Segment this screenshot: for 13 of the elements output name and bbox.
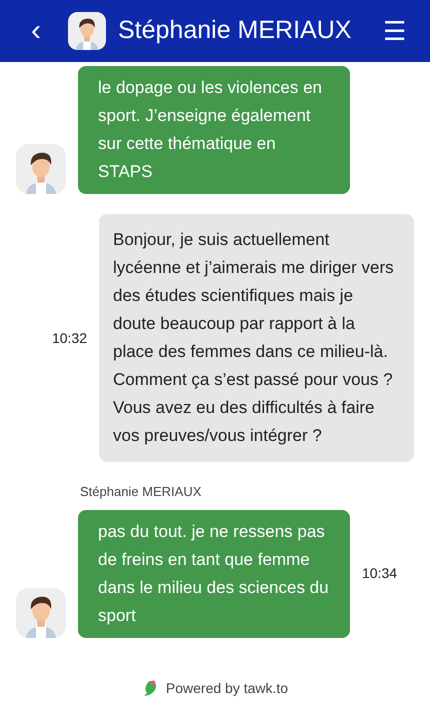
message-time: 10:34 [362, 564, 398, 583]
chat-title: Stéphanie MERIAUX [118, 15, 352, 46]
sent-message: le dopage ou les violences en sport. J’enseigne également sur cette thématique en STAPS [78, 66, 350, 194]
sent-message: pas du tout. je ne ressens pas de freins en tant que femme dans le milieu des sciences du sport [78, 510, 350, 638]
avatar-icon [68, 12, 106, 50]
sender-name: Stéphanie MERIAUX [80, 483, 202, 501]
powered-by-text: Powered by tawk.to [166, 678, 288, 698]
received-message: Bonjour, je suis actuellement lycéenne et j’aimerais me diriger vers des études scientifiques mais je doute beaucoup par rapport à la place des femmes dans ce milieu-là. Comment ça s’est passé pour vous ? Vous avez eu des difficultés à faire vos preuves/vous intégrer ? [99, 214, 414, 462]
menu-button[interactable]: ☰ [383, 18, 406, 44]
avatar-icon [16, 588, 66, 638]
avatar-icon [16, 144, 66, 194]
message-time: 10:32 [52, 328, 87, 348]
back-button[interactable]: ‹ [24, 16, 48, 46]
